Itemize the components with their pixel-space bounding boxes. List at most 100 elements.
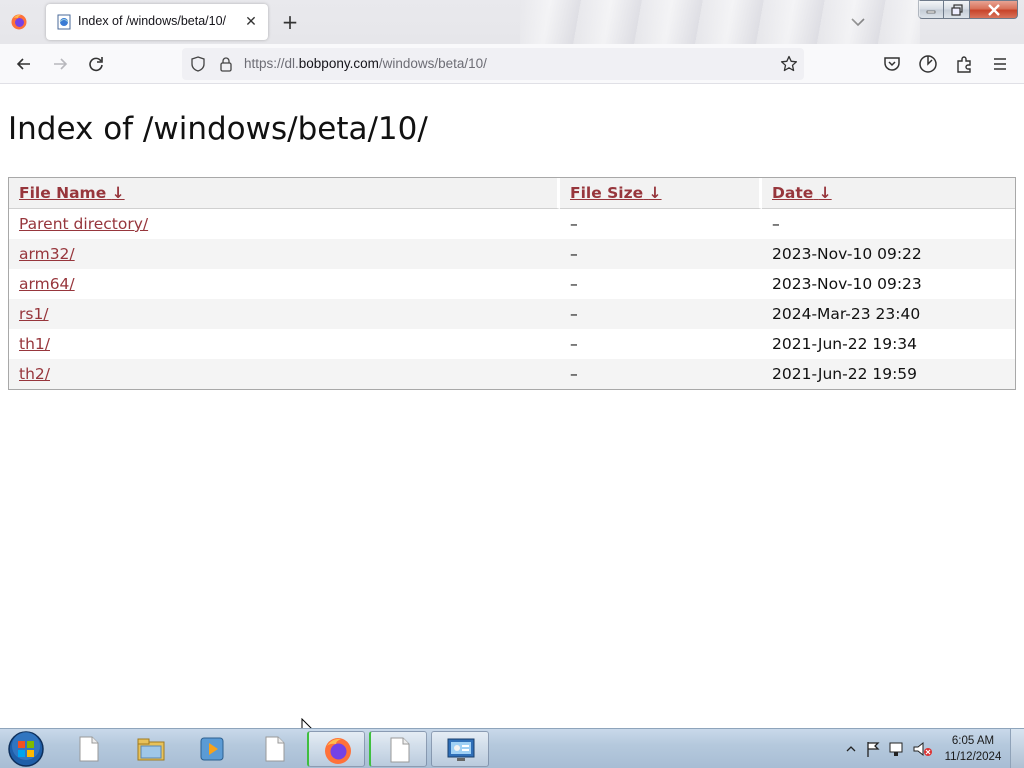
new-tab-icon[interactable]: + bbox=[280, 12, 300, 32]
extensions-puzzle-icon[interactable] bbox=[954, 54, 974, 74]
navigation-toolbar: https://dl.bobpony.com/windows/beta/10/ bbox=[0, 44, 1024, 84]
file-icon bbox=[79, 736, 99, 762]
tab-active[interactable]: Index of /windows/beta/10/ ✕ bbox=[46, 4, 268, 40]
file-name-cell: arm32/ bbox=[9, 239, 560, 269]
url-path: /windows/beta/10/ bbox=[378, 56, 487, 71]
table-row: rs1/ – 2024-Mar-23 23:40 bbox=[9, 299, 1015, 329]
firefox-view-icon[interactable] bbox=[10, 13, 28, 31]
folder-link-rs1[interactable]: rs1/ bbox=[19, 305, 49, 323]
file-name-cell: Parent directory/ bbox=[9, 209, 560, 239]
column-header-file-size: File Size ↓ bbox=[560, 178, 762, 209]
taskbar-item-explorer[interactable] bbox=[122, 731, 180, 767]
bookmark-star-icon[interactable] bbox=[780, 55, 798, 73]
taskbar-item-file[interactable] bbox=[369, 731, 427, 767]
folder-link-th1[interactable]: th1/ bbox=[19, 335, 50, 353]
media-player-icon bbox=[200, 737, 224, 761]
file-icon bbox=[265, 736, 285, 762]
page-content: Index of /windows/beta/10/ File Name ↓ F… bbox=[0, 85, 1024, 728]
restore-icon bbox=[950, 3, 963, 16]
restore-button[interactable] bbox=[944, 0, 970, 19]
folder-link-arm32[interactable]: arm32/ bbox=[19, 245, 75, 263]
table-row: th1/ – 2021-Jun-22 19:34 bbox=[9, 329, 1015, 359]
file-size-cell: – bbox=[560, 299, 762, 329]
chevron-down-icon[interactable] bbox=[848, 12, 868, 32]
address-bar[interactable]: https://dl.bobpony.com/windows/beta/10/ bbox=[182, 48, 804, 80]
file-size-cell: – bbox=[570, 275, 578, 293]
tab-title: Index of /windows/beta/10/ bbox=[78, 14, 227, 28]
volume-muted-icon[interactable] bbox=[913, 741, 932, 757]
file-size-cell: – bbox=[570, 215, 578, 233]
network-icon[interactable] bbox=[889, 742, 903, 756]
url-text[interactable]: https://dl.bobpony.com/windows/beta/10/ bbox=[244, 56, 764, 72]
account-sync-icon[interactable] bbox=[918, 54, 938, 74]
tracking-protection-shield-icon[interactable] bbox=[190, 56, 206, 72]
close-icon bbox=[987, 3, 1000, 16]
clock-time: 6:05 AM bbox=[951, 735, 995, 747]
column-label: Date bbox=[772, 184, 814, 202]
system-tray bbox=[846, 741, 932, 757]
sort-arrow-icon: ↓ bbox=[111, 184, 125, 202]
control-panel-icon bbox=[447, 738, 475, 761]
taskbar: 6:05 AM 11/12/2024 bbox=[0, 728, 1024, 768]
explorer-icon bbox=[137, 738, 165, 761]
browser-window: Index of /windows/beta/10/ ✕ + https://d… bbox=[0, 0, 1024, 768]
file-size-cell: – bbox=[570, 335, 578, 353]
column-label: File Name bbox=[19, 184, 107, 202]
sort-by-name-link[interactable]: File Name ↓ bbox=[19, 184, 125, 202]
action-center-flag-icon[interactable] bbox=[867, 742, 880, 757]
reload-icon[interactable] bbox=[86, 54, 106, 74]
table-row: arm64/ – 2023-Nov-10 09:23 bbox=[9, 269, 1015, 299]
hamburger-menu-icon[interactable] bbox=[990, 54, 1010, 74]
folder-link-th2[interactable]: th2/ bbox=[19, 365, 50, 383]
back-arrow-icon[interactable] bbox=[14, 54, 34, 74]
tab-strip: Index of /windows/beta/10/ ✕ + bbox=[0, 0, 1024, 44]
show-desktop-button[interactable] bbox=[1010, 729, 1024, 768]
table-row: arm32/ – 2023-Nov-10 09:22 bbox=[9, 239, 1015, 269]
column-header-file-name: File Name ↓ bbox=[9, 178, 560, 209]
table-row: Parent directory/ – – bbox=[9, 209, 1015, 239]
taskbar-item-control-panel[interactable] bbox=[431, 731, 489, 767]
column-header-date: Date ↓ bbox=[762, 178, 1015, 209]
window-controls bbox=[918, 0, 1020, 20]
table-row: th2/ – 2021-Jun-22 19:59 bbox=[9, 359, 1015, 389]
file-name-cell: th1/ bbox=[9, 329, 560, 359]
show-hidden-icons-chevron-icon[interactable] bbox=[846, 746, 856, 752]
folder-link-arm64[interactable]: arm64/ bbox=[19, 275, 75, 293]
date-cell: 2023-Nov-10 09:22 bbox=[762, 239, 1015, 269]
file-name-cell: th2/ bbox=[9, 359, 560, 389]
close-window-button[interactable] bbox=[970, 0, 1018, 19]
parent-directory-link[interactable]: Parent directory/ bbox=[19, 215, 148, 233]
sort-by-date-link[interactable]: Date ↓ bbox=[772, 184, 832, 202]
page-favicon-icon bbox=[57, 14, 71, 30]
taskbar-item-firefox[interactable] bbox=[307, 731, 365, 767]
taskbar-item-file[interactable] bbox=[246, 731, 304, 767]
close-tab-icon[interactable]: ✕ bbox=[242, 13, 260, 31]
table-header-row: File Name ↓ File Size ↓ Date ↓ bbox=[9, 178, 1015, 209]
date-cell: 2021-Jun-22 19:59 bbox=[762, 359, 1015, 389]
minimize-button[interactable] bbox=[918, 0, 944, 19]
sort-arrow-icon: ↓ bbox=[818, 184, 832, 202]
forward-arrow-icon[interactable] bbox=[50, 54, 70, 74]
date-cell: – bbox=[772, 215, 780, 233]
taskbar-item-file[interactable] bbox=[60, 731, 118, 767]
firefox-icon bbox=[325, 738, 351, 764]
minimize-icon bbox=[926, 10, 936, 13]
start-button-icon[interactable] bbox=[4, 729, 48, 768]
url-prefix: https://dl. bbox=[244, 56, 299, 71]
directory-listing-table: File Name ↓ File Size ↓ Date ↓ Parent di… bbox=[8, 177, 1016, 390]
file-icon bbox=[390, 737, 410, 763]
date-cell: 2021-Jun-22 19:34 bbox=[772, 335, 918, 353]
sort-by-size-link[interactable]: File Size ↓ bbox=[570, 184, 662, 202]
system-clock[interactable]: 6:05 AM 11/12/2024 bbox=[938, 733, 1008, 767]
page-title: Index of /windows/beta/10/ bbox=[8, 111, 428, 147]
file-size-cell: – bbox=[560, 359, 762, 389]
file-name-cell: arm64/ bbox=[9, 269, 560, 299]
url-domain: bobpony.com bbox=[298, 56, 379, 71]
sort-arrow-icon: ↓ bbox=[648, 184, 662, 202]
date-cell: 2024-Mar-23 23:40 bbox=[762, 299, 1015, 329]
lock-icon[interactable] bbox=[218, 56, 234, 72]
pocket-icon[interactable] bbox=[882, 54, 902, 74]
file-size-cell: – bbox=[560, 239, 762, 269]
taskbar-item-media-player[interactable] bbox=[184, 731, 242, 767]
column-label: File Size bbox=[570, 184, 644, 202]
